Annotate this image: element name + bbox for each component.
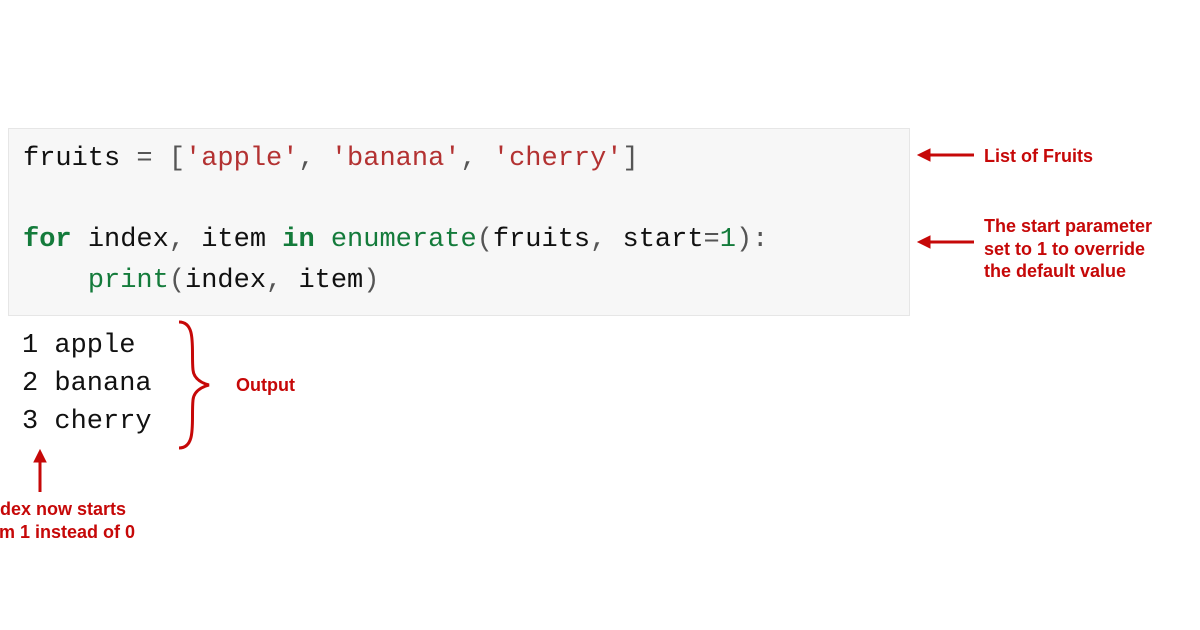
token-comma: , [590,225,622,255]
token-keyword: in [282,225,314,255]
token-var: index [185,266,266,296]
token-comma: , [266,266,298,296]
token-number: 1 [720,225,736,255]
token-argname: start [623,225,704,255]
token-eq: = [704,225,720,255]
token-string: 'apple' [185,144,298,174]
annotation-text: List of Fruits [984,146,1093,166]
token-space [266,225,282,255]
token-var: item [201,225,266,255]
token-paren: ( [477,225,493,255]
token-indent [23,266,88,296]
annotation-index-starts: Index now starts from 1 instead of 0 [0,498,150,543]
annotation-start-parameter: The start parameter set to 1 to override… [984,215,1184,283]
token-keyword: for [23,225,72,255]
annotation-text: the default value [984,260,1184,283]
token-paren: ): [736,225,768,255]
annotation-text: Index now starts [0,498,150,521]
token-string: 'banana' [331,144,461,174]
output-block: 1 apple 2 banana 3 cherry [22,328,152,441]
token-comma: , [169,225,201,255]
token-bracket: [ [169,144,185,174]
token-string: 'cherry' [493,144,623,174]
code-line-blank [23,180,895,221]
token-function: print [88,266,169,296]
output-line: 1 apple [22,328,152,366]
code-line-3: for index, item in enumerate(fruits, sta… [23,220,895,261]
annotation-text: set to 1 to override [984,238,1184,261]
arrow-left-icon [916,145,976,165]
code-line-1: fruits = ['apple', 'banana', 'cherry'] [23,139,895,180]
token-paren: ) [363,266,379,296]
annotation-text: Output [236,375,295,395]
token-var: fruits [493,225,590,255]
token-var: fruits [23,144,120,174]
annotation-text: from 1 instead of 0 [0,521,150,544]
token-var: item [298,266,363,296]
output-line: 2 banana [22,366,152,404]
code-line-4: print(index, item) [23,261,895,302]
arrow-left-icon [916,232,976,252]
arrow-up-icon [30,448,50,494]
code-block: fruits = ['apple', 'banana', 'cherry'] f… [8,128,910,316]
token-comma: , [460,144,492,174]
token-comma: , [298,144,330,174]
token-space [315,225,331,255]
token-op: = [120,144,169,174]
token-space [72,225,88,255]
annotation-list-of-fruits: List of Fruits [984,145,1093,168]
output-line: 3 cherry [22,404,152,442]
token-paren: ( [169,266,185,296]
brace-icon [175,320,213,450]
annotation-text: The start parameter [984,215,1184,238]
token-function: enumerate [331,225,477,255]
token-var: index [88,225,169,255]
annotation-output: Output [236,374,295,397]
token-bracket: ] [623,144,639,174]
